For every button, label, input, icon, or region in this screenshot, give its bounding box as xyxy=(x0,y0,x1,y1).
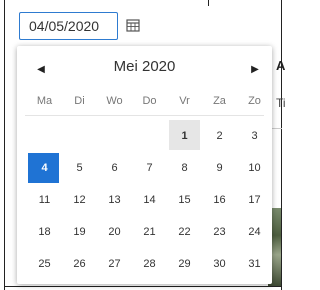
weekday-label: Wo xyxy=(106,95,123,107)
weekday-header-row: Ma Di Wo Do Vr Za Zo xyxy=(27,94,272,108)
day-number: 6 xyxy=(111,162,118,174)
day-number: 13 xyxy=(108,194,121,206)
day-cell-6[interactable]: 6 xyxy=(97,152,132,184)
day-cell-10[interactable]: 10 xyxy=(237,152,272,184)
chevron-left-icon[interactable]: ◀ xyxy=(33,62,49,78)
day-number: 19 xyxy=(73,226,86,238)
chevron-right-icon[interactable]: ▶ xyxy=(247,62,263,78)
day-number: 7 xyxy=(146,162,153,174)
day-number: 4 xyxy=(41,162,48,174)
day-cell-21[interactable]: 21 xyxy=(132,216,167,248)
day-cell-17[interactable]: 17 xyxy=(237,184,272,216)
day-cell-18[interactable]: 18 xyxy=(27,216,62,248)
day-number: 22 xyxy=(178,226,191,238)
weekday-divider xyxy=(25,115,264,116)
day-number: 31 xyxy=(248,258,261,270)
day-number: 26 xyxy=(73,258,86,270)
day-number: 21 xyxy=(143,226,156,238)
day-cell-28[interactable]: 28 xyxy=(132,248,167,280)
day-cell-3[interactable]: 3 xyxy=(237,120,272,152)
day-number: 27 xyxy=(108,258,121,270)
day-cell-9[interactable]: 9 xyxy=(202,152,237,184)
day-number: 14 xyxy=(143,194,156,206)
day-cell-24[interactable]: 24 xyxy=(237,216,272,248)
day-number: 20 xyxy=(108,226,121,238)
weekday-label: Za xyxy=(213,95,226,107)
day-cell-19[interactable]: 19 xyxy=(62,216,97,248)
day-number: 12 xyxy=(73,194,86,206)
day-cell-31[interactable]: 31 xyxy=(237,248,272,280)
day-number: 28 xyxy=(143,258,156,270)
day-number: 29 xyxy=(178,258,191,270)
month-title[interactable]: Mei 2020 xyxy=(77,58,212,75)
day-cell-20[interactable]: 20 xyxy=(97,216,132,248)
weekday-label: Di xyxy=(74,95,85,107)
day-cell-15[interactable]: 15 xyxy=(167,184,202,216)
day-cell-26[interactable]: 26 xyxy=(62,248,97,280)
day-number: 25 xyxy=(38,258,51,270)
day-cell-16[interactable]: 16 xyxy=(202,184,237,216)
day-cell-14[interactable]: 14 xyxy=(132,184,167,216)
day-cell-12[interactable]: 12 xyxy=(62,184,97,216)
empty-day-cell xyxy=(27,120,62,152)
weekday-label: Ma xyxy=(36,95,53,107)
day-number: 24 xyxy=(248,226,261,238)
day-number: 30 xyxy=(213,258,226,270)
empty-day-cell xyxy=(132,120,167,152)
frame-bottom-border xyxy=(4,286,282,287)
day-number: 15 xyxy=(178,194,191,206)
day-cell-4[interactable]: 4 xyxy=(27,152,62,184)
frame-left-border xyxy=(4,0,5,290)
day-cell-5[interactable]: 5 xyxy=(62,152,97,184)
day-cell-22[interactable]: 22 xyxy=(167,216,202,248)
frame-top-divider xyxy=(208,0,209,6)
day-number: 3 xyxy=(251,130,258,142)
day-cell-27[interactable]: 27 xyxy=(97,248,132,280)
day-grid: 1 2 3 4 5 6 7 8 9 10 11 12 13 14 15 16 17 18 19 20 21 22 23 24 2… xyxy=(27,120,272,280)
weekday-label: Do xyxy=(142,95,157,107)
day-cell-1[interactable]: 1 xyxy=(167,120,202,152)
day-cell-23[interactable]: 23 xyxy=(202,216,237,248)
day-number: 10 xyxy=(248,162,261,174)
date-input[interactable] xyxy=(19,12,118,40)
day-number: 9 xyxy=(216,162,223,174)
day-cell-11[interactable]: 11 xyxy=(27,184,62,216)
frame-right-border xyxy=(281,0,282,290)
day-number: 2 xyxy=(216,130,223,142)
datepicker-popup: ◀ Mei 2020 ▶ Ma Di Wo Do Vr Za Zo 1 2 3 4 5 6 7 8 9 10 1… xyxy=(17,46,272,284)
day-number: 11 xyxy=(38,194,51,206)
day-cell-8[interactable]: 8 xyxy=(167,152,202,184)
day-number: 23 xyxy=(213,226,226,238)
day-cell-13[interactable]: 13 xyxy=(97,184,132,216)
empty-day-cell xyxy=(97,120,132,152)
day-number: 17 xyxy=(248,194,261,206)
empty-day-cell xyxy=(62,120,97,152)
day-cell-30[interactable]: 30 xyxy=(202,248,237,280)
day-number: 1 xyxy=(181,130,188,142)
day-number: 5 xyxy=(76,162,83,174)
day-cell-25[interactable]: 25 xyxy=(27,248,62,280)
day-cell-7[interactable]: 7 xyxy=(132,152,167,184)
calendar-icon[interactable] xyxy=(126,18,140,32)
day-cell-29[interactable]: 29 xyxy=(167,248,202,280)
day-number: 18 xyxy=(38,226,51,238)
background-text-fragment: Ti xyxy=(276,96,286,110)
weekday-label: Zo xyxy=(248,95,261,107)
day-number: 8 xyxy=(181,162,188,174)
day-cell-2[interactable]: 2 xyxy=(202,120,237,152)
day-number: 16 xyxy=(213,194,226,206)
background-heading-fragment: A xyxy=(276,58,286,73)
weekday-label: Vr xyxy=(179,95,190,107)
